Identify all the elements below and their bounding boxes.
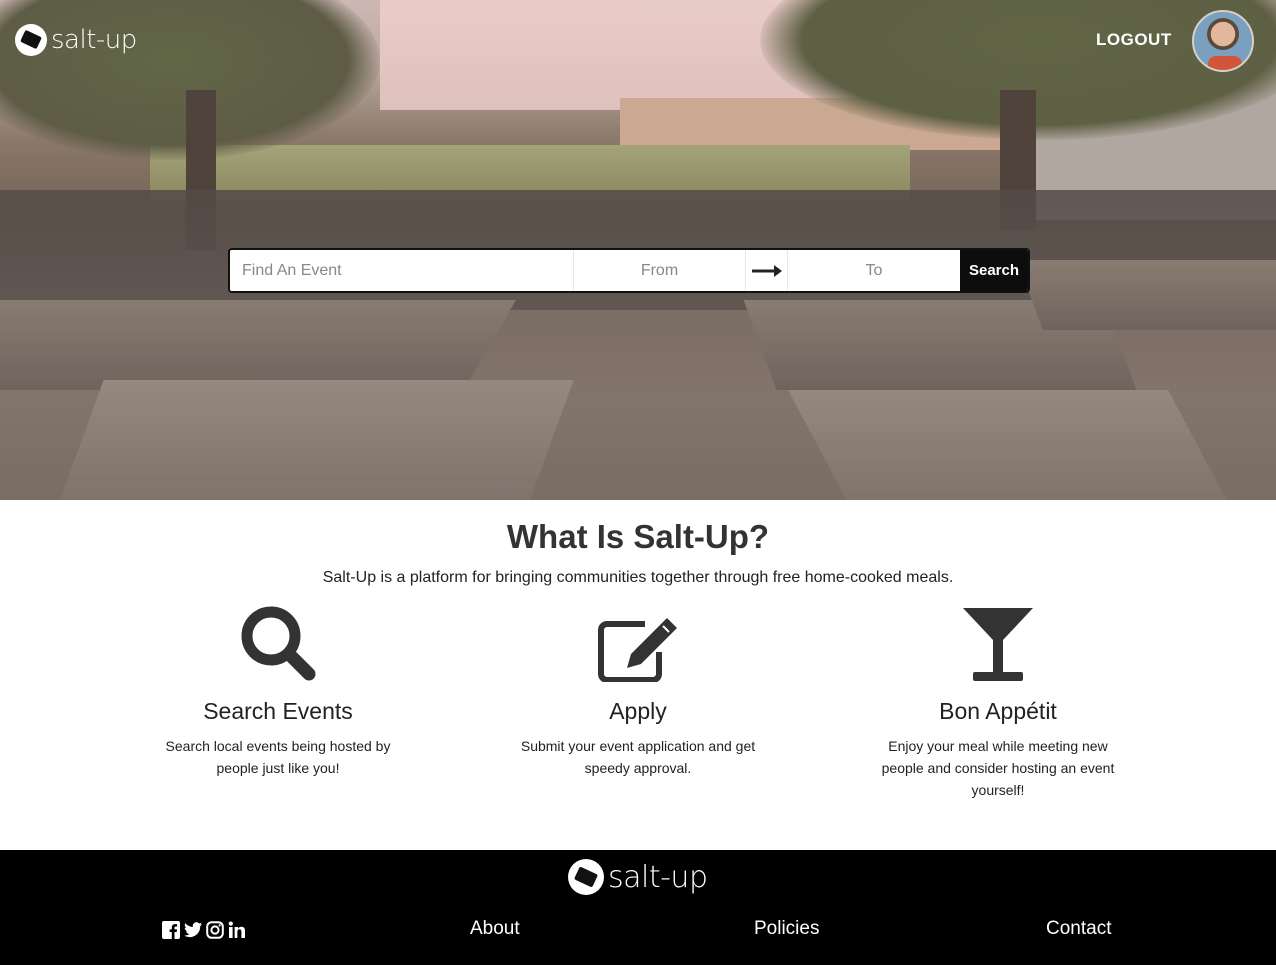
edit-icon xyxy=(508,600,768,682)
from-date-input[interactable] xyxy=(574,250,746,291)
footer-logo[interactable]: salt-up xyxy=(568,859,708,895)
social-links xyxy=(162,921,246,939)
instagram-icon[interactable] xyxy=(206,921,224,939)
feature-title: Search Events xyxy=(203,698,353,724)
salt-shaker-icon xyxy=(15,24,47,56)
feature-search-events: Search Events Search local events being … xyxy=(148,600,408,779)
user-avatar[interactable] xyxy=(1192,10,1254,72)
footer-link-policies[interactable]: Policies xyxy=(754,918,819,940)
footer-link-about[interactable]: About xyxy=(470,918,520,940)
brand-logo[interactable]: salt-up xyxy=(15,24,137,56)
feature-text: Submit your event application and get sp… xyxy=(520,738,756,776)
feature-text: Search local events being hosted by peop… xyxy=(165,738,391,776)
brand-name: salt-up xyxy=(608,859,708,895)
brand-name: salt-up xyxy=(51,25,137,55)
hero-banner: salt-up LOGOUT Search xyxy=(0,0,1276,500)
feature-title: Apply xyxy=(609,698,667,724)
logout-link[interactable]: LOGOUT xyxy=(1096,30,1172,50)
footer-link-contact[interactable]: Contact xyxy=(1046,918,1111,940)
feature-text: Enjoy your meal while meeting new people… xyxy=(881,738,1115,798)
feature-bon-appetit: Bon Appétit Enjoy your meal while meetin… xyxy=(868,600,1128,801)
about-title: What Is Salt-Up? xyxy=(506,518,770,555)
salt-shaker-icon xyxy=(568,859,604,895)
search-button[interactable]: Search xyxy=(960,250,1028,291)
linkedin-icon[interactable] xyxy=(228,921,246,939)
event-search-bar: Search xyxy=(228,248,1030,293)
find-event-input[interactable] xyxy=(230,250,574,291)
glass-icon xyxy=(868,600,1128,682)
arrow-right-icon xyxy=(746,250,788,291)
search-icon xyxy=(148,600,408,682)
site-footer: salt-up About Policies Contact xyxy=(0,850,1276,965)
facebook-icon[interactable] xyxy=(162,921,180,939)
to-date-input[interactable] xyxy=(788,250,960,291)
about-description: Salt-Up is a platform for bringing commu… xyxy=(322,569,954,586)
twitter-icon[interactable] xyxy=(184,921,202,939)
feature-title: Bon Appétit xyxy=(939,698,1057,724)
feature-apply: Apply Submit your event application and … xyxy=(508,600,768,779)
